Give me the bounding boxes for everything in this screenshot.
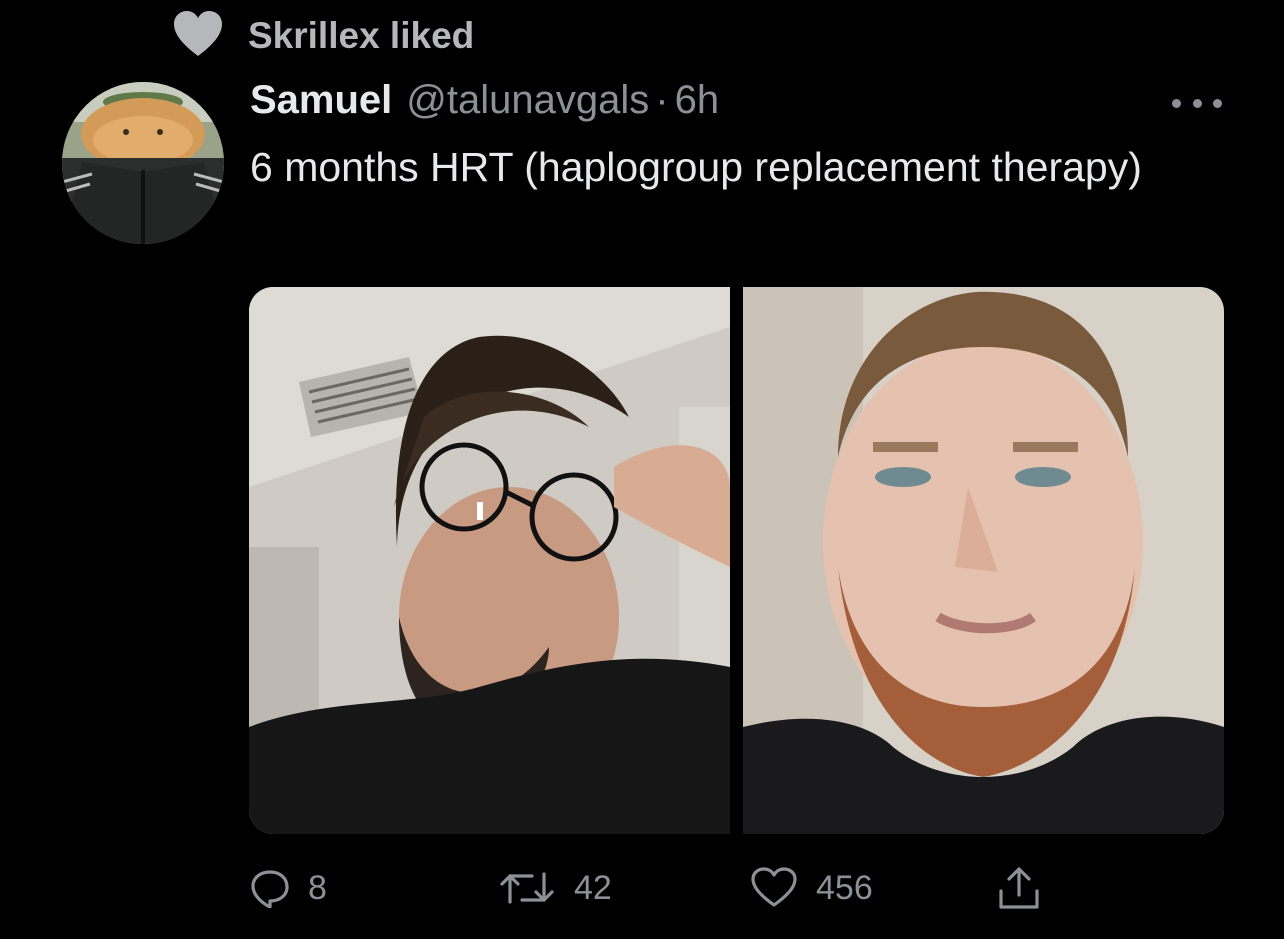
tweet-media (249, 287, 1224, 834)
reply-button[interactable]: 8 (250, 858, 327, 918)
retweet-icon (500, 872, 554, 904)
share-button[interactable] (996, 858, 1042, 918)
separator: · (655, 78, 669, 122)
tweet-header: Samuel @talunavgals · 6h (250, 78, 719, 130)
photo-dark-haired-man-glasses[interactable] (249, 287, 730, 834)
tweet-actions: 8 42 456 (250, 858, 1070, 918)
author-handle[interactable]: @talunavgals (406, 78, 649, 123)
retweet-button[interactable]: 42 (498, 858, 612, 918)
like-count: 456 (816, 868, 873, 907)
cat-avatar[interactable] (62, 82, 224, 244)
like-button[interactable]: 456 (750, 858, 873, 918)
retweet-count: 42 (574, 868, 612, 907)
author-name[interactable]: Samuel (250, 78, 392, 123)
more-icon[interactable] (1172, 88, 1222, 118)
photo-ginger-bearded-man[interactable] (743, 287, 1224, 834)
avatar-image (62, 82, 224, 244)
social-context-text[interactable]: Skrillex liked (248, 14, 474, 58)
social-context (172, 10, 224, 60)
tweet-text: 6 months HRT (haplogroup replacement the… (250, 144, 1142, 190)
tweet-time[interactable]: 6h (675, 78, 720, 123)
reply-count: 8 (308, 868, 327, 907)
reply-icon (251, 870, 289, 908)
share-icon (999, 867, 1039, 909)
heart-icon (174, 11, 222, 56)
like-heart-icon (751, 867, 797, 907)
